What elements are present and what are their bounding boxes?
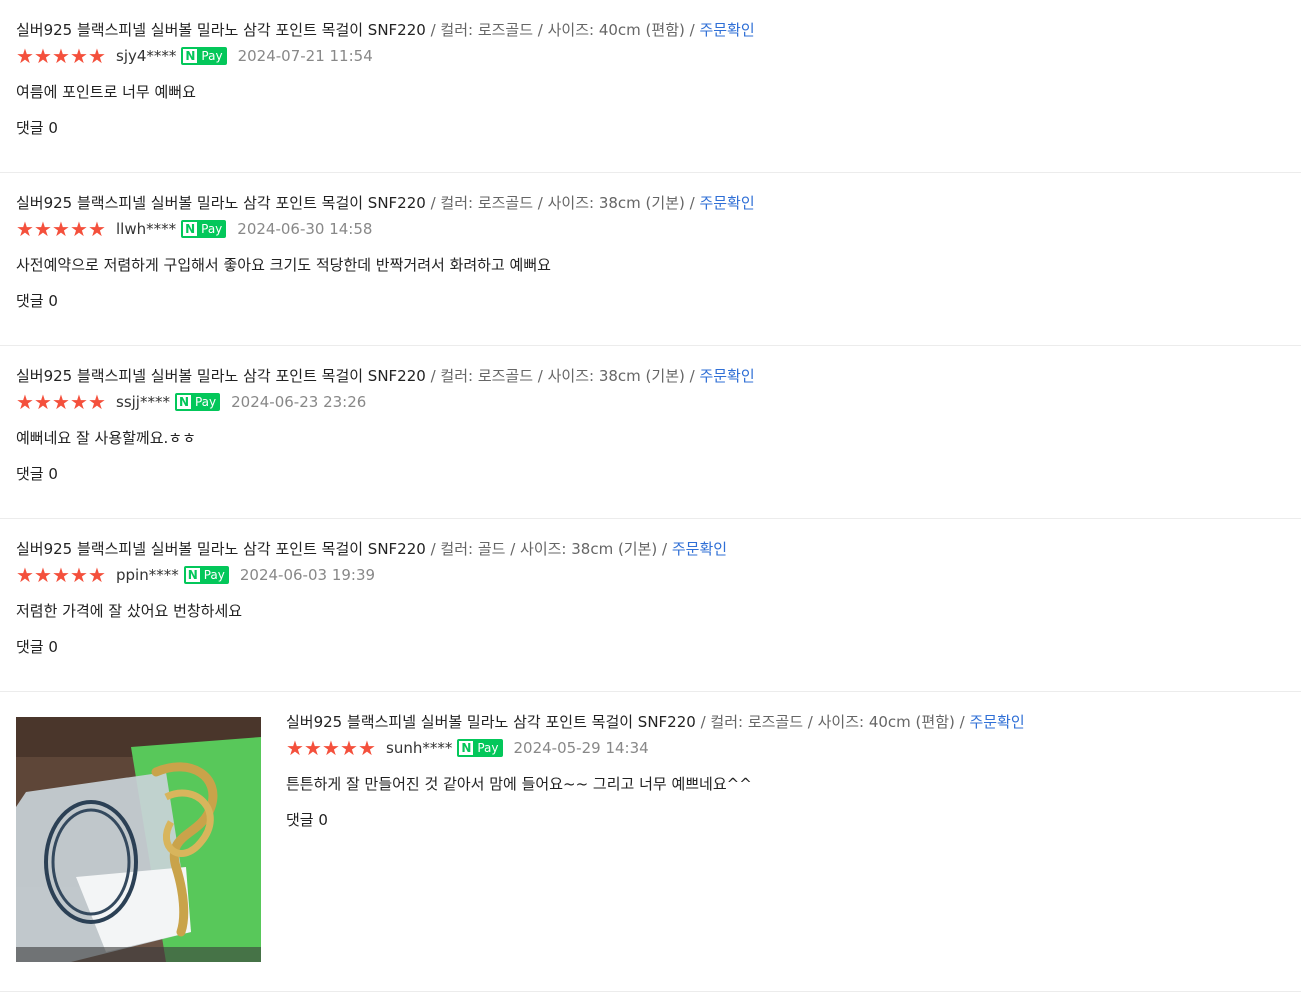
star-icon: ★ — [340, 736, 358, 760]
npay-badge: N Pay — [181, 47, 227, 65]
star-icon: ★ — [286, 736, 304, 760]
comment-count-button[interactable]: 댓글 0 — [16, 635, 1285, 659]
order-check-link[interactable]: 주문확인 — [969, 713, 1024, 731]
naver-n-icon: N — [183, 222, 198, 236]
review-text: 저렴한 가격에 잘 샀어요 번창하세요 — [16, 602, 243, 620]
star-icon: ★ — [88, 563, 106, 587]
order-check-link[interactable]: 주문확인 — [699, 194, 754, 212]
star-rating: ★ ★ ★ ★ ★ — [286, 738, 376, 758]
order-check-link[interactable]: 주문확인 — [699, 367, 754, 385]
star-icon: ★ — [358, 736, 376, 760]
review-product-line: 실버925 블랙스피넬 실버볼 밀라노 삼각 포인트 목걸이 SNF220 / … — [16, 364, 1285, 388]
star-icon: ★ — [70, 44, 88, 68]
npay-badge: N Pay — [457, 739, 503, 757]
review-meta: ★ ★ ★ ★ ★ ssjj**** N Pay 2024-06-23 23:26 — [16, 390, 1285, 414]
reviewer-id: llwh**** — [116, 220, 177, 238]
naver-n-icon: N — [185, 568, 200, 582]
review-meta: ★ ★ ★ ★ ★ ppin**** N Pay 2024-06-03 19:39 — [16, 563, 1285, 587]
reviewer-id: ppin**** — [116, 566, 179, 584]
comment-count-button[interactable]: 댓글 0 — [16, 116, 1285, 140]
npay-badge: N Pay — [174, 393, 221, 411]
review-item: 실버925 블랙스피넬 실버볼 밀라노 삼각 포인트 목걸이 SNF220 / … — [0, 173, 1301, 346]
product-option: / 컬러: 로즈골드 / 사이즈: 40cm (편함) / — [695, 713, 970, 731]
star-rating: ★ ★ ★ ★ ★ — [16, 219, 106, 239]
star-icon: ★ — [34, 563, 52, 587]
star-icon: ★ — [304, 736, 322, 760]
npay-badge: N Pay — [181, 220, 227, 238]
review-item: 실버925 블랙스피넬 실버볼 밀라노 삼각 포인트 목걸이 SNF220 / … — [0, 519, 1301, 692]
star-rating: ★ ★ ★ ★ ★ — [16, 392, 106, 412]
review-item: 실버925 블랙스피넬 실버볼 밀라노 삼각 포인트 목걸이 SNF220 / … — [0, 0, 1301, 173]
review-text: 여름에 포인트로 너무 예뻐요 — [16, 83, 196, 101]
star-icon: ★ — [34, 390, 52, 414]
star-icon: ★ — [16, 390, 34, 414]
naver-n-icon: N — [459, 741, 474, 755]
product-option: / 컬러: 로즈골드 / 사이즈: 38cm (기본) / — [425, 194, 700, 212]
product-option: / 컬러: 로즈골드 / 사이즈: 38cm (기본) / — [425, 367, 700, 385]
review-date: 2024-06-03 19:39 — [239, 566, 376, 584]
review-date: 2024-05-29 14:34 — [513, 739, 649, 757]
star-icon: ★ — [322, 736, 340, 760]
star-icon: ★ — [70, 390, 88, 414]
review-product-line: 실버925 블랙스피넬 실버볼 밀라노 삼각 포인트 목걸이 SNF220 / … — [286, 710, 1285, 734]
star-icon: ★ — [52, 563, 70, 587]
star-icon: ★ — [88, 217, 106, 241]
product-name: 실버925 블랙스피넬 실버볼 밀라노 삼각 포인트 목걸이 SNF220 — [286, 713, 696, 731]
npay-label: Pay — [477, 741, 499, 755]
star-rating: ★ ★ ★ ★ ★ — [16, 46, 106, 66]
review-product-line: 실버925 블랙스피넬 실버볼 밀라노 삼각 포인트 목걸이 SNF220 / … — [16, 191, 1285, 215]
review-text: 사전예약으로 저렴하게 구입해서 좋아요 크기도 적당한데 반짝거려서 화려하고… — [16, 256, 551, 274]
review-meta: ★ ★ ★ ★ ★ sjy4**** N Pay 2024-07-21 11:54 — [16, 44, 1285, 68]
star-icon: ★ — [70, 217, 88, 241]
product-option: / 컬러: 골드 / 사이즈: 38cm (기본) / — [425, 540, 672, 558]
npay-label: Pay — [201, 222, 223, 236]
reviewer-id: ssjj**** — [116, 393, 170, 411]
comment-count-button[interactable]: 댓글 0 — [16, 462, 1285, 486]
star-icon: ★ — [70, 563, 88, 587]
star-icon: ★ — [34, 44, 52, 68]
order-check-link[interactable]: 주문확인 — [699, 21, 754, 39]
star-rating: ★ ★ ★ ★ ★ — [16, 565, 106, 585]
product-option: / 컬러: 로즈골드 / 사이즈: 40cm (편함) / — [425, 21, 700, 39]
star-icon: ★ — [88, 390, 106, 414]
star-icon: ★ — [16, 563, 34, 587]
review-item: 실버925 블랙스피넬 실버볼 밀라노 삼각 포인트 목걸이 SNF220 / … — [0, 346, 1301, 519]
npay-label: Pay — [203, 568, 225, 582]
review-list: 실버925 블랙스피넬 실버볼 밀라노 삼각 포인트 목걸이 SNF220 / … — [0, 0, 1301, 992]
review-photo-image — [16, 717, 261, 962]
product-name: 실버925 블랙스피넬 실버볼 밀라노 삼각 포인트 목걸이 SNF220 — [16, 21, 426, 39]
npay-label: Pay — [201, 49, 223, 63]
review-date: 2024-07-21 11:54 — [237, 47, 373, 65]
reviewer-id: sjy4**** — [116, 47, 177, 65]
order-check-link[interactable]: 주문확인 — [672, 540, 727, 558]
comment-count-button[interactable]: 댓글 0 — [286, 808, 1285, 832]
star-icon: ★ — [34, 217, 52, 241]
review-meta: ★ ★ ★ ★ ★ sunh**** N Pay 2024-05-29 14:34 — [286, 736, 1285, 760]
naver-n-icon: N — [176, 395, 191, 409]
star-icon: ★ — [88, 44, 106, 68]
review-date: 2024-06-23 23:26 — [231, 393, 367, 411]
product-name: 실버925 블랙스피넬 실버볼 밀라노 삼각 포인트 목걸이 SNF220 — [16, 540, 426, 558]
review-photo-thumbnail[interactable] — [16, 717, 261, 962]
star-icon: ★ — [52, 44, 70, 68]
star-icon: ★ — [52, 390, 70, 414]
review-meta: ★ ★ ★ ★ ★ llwh**** N Pay 2024-06-30 14:58 — [16, 217, 1285, 241]
review-text: 예뻐네요 잘 사용할께요.ㅎㅎ — [16, 429, 196, 447]
naver-n-icon: N — [183, 49, 198, 63]
star-icon: ★ — [16, 217, 34, 241]
review-text: 튼튼하게 잘 만들어진 것 같아서 맘에 들어요~~ 그리고 너무 예쁘네요^^ — [286, 775, 752, 793]
npay-label: Pay — [194, 395, 217, 409]
review-product-line: 실버925 블랙스피넬 실버볼 밀라노 삼각 포인트 목걸이 SNF220 / … — [16, 537, 1285, 561]
product-name: 실버925 블랙스피넬 실버볼 밀라노 삼각 포인트 목걸이 SNF220 — [16, 194, 426, 212]
review-date: 2024-06-30 14:58 — [237, 220, 373, 238]
reviewer-id: sunh**** — [386, 739, 453, 757]
product-name: 실버925 블랙스피넬 실버볼 밀라노 삼각 포인트 목걸이 SNF220 — [16, 367, 426, 385]
review-item-with-photo: 실버925 블랙스피넬 실버볼 밀라노 삼각 포인트 목걸이 SNF220 / … — [0, 692, 1301, 992]
comment-count-button[interactable]: 댓글 0 — [16, 289, 1285, 313]
star-icon: ★ — [16, 44, 34, 68]
npay-badge: N Pay — [183, 566, 229, 584]
review-product-line: 실버925 블랙스피넬 실버볼 밀라노 삼각 포인트 목걸이 SNF220 / … — [16, 18, 1285, 42]
star-icon: ★ — [52, 217, 70, 241]
